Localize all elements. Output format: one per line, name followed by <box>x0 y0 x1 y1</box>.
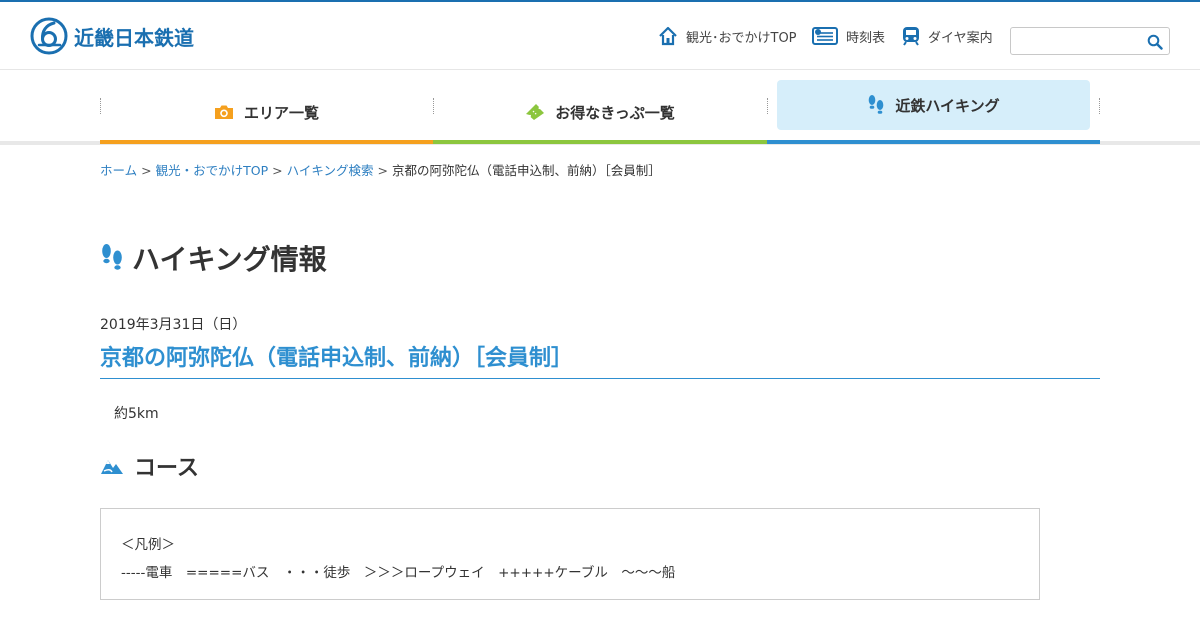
header-link-tourism-top[interactable]: 観光･おでかけTOP <box>658 26 797 46</box>
breadcrumb-hiking-search[interactable]: ハイキング検索 <box>287 163 374 178</box>
header-link-diagram[interactable]: ダイヤ案内 <box>902 26 993 46</box>
search-input[interactable] <box>1017 32 1139 52</box>
tab-label: お得なきっぷ一覧 <box>555 103 675 122</box>
tab-bar-blue <box>767 140 1100 144</box>
header-link-label: ダイヤ案内 <box>928 30 993 46</box>
tab-area-list[interactable]: エリア一覧 <box>100 80 433 144</box>
site-header: 近畿日本鉄道 観光･おでかけTOP 時刻表 ダイヤ案内 <box>0 2 1200 70</box>
kintetsu-logo-icon <box>30 17 68 55</box>
course-heading: コース <box>100 450 199 482</box>
search-box <box>1010 27 1170 55</box>
breadcrumb-current: 京都の阿弥陀仏（電話申込制、前納）［会員制］ <box>392 163 661 178</box>
search-icon[interactable] <box>1145 32 1165 52</box>
timetable-icon <box>812 26 838 46</box>
legend-line: -----電車 =====バス ・・・徒歩 ＞＞＞ロープウェイ +++++ケーブ… <box>121 565 676 581</box>
breadcrumb-separator: > <box>272 163 283 178</box>
legend-title: ＜凡例＞ <box>121 537 175 553</box>
train-icon <box>902 26 920 46</box>
event-distance: 約5km <box>114 406 159 422</box>
ticket-icon <box>525 103 545 121</box>
tab-kintetsu-hiking[interactable]: 近鉄ハイキング <box>777 80 1090 130</box>
event-date: 2019年3月31日（日） <box>100 317 247 333</box>
main-nav: エリア一覧 お得なきっぷ一覧 近鉄ハイキング <box>100 80 1100 144</box>
camera-icon <box>214 104 234 120</box>
breadcrumb: ホーム > 観光・おでかけTOP > ハイキング検索 > 京都の阿弥陀仏（電話申込制、前納）… <box>100 160 661 179</box>
footprints-icon <box>100 243 124 273</box>
nav-divider <box>1099 98 1100 114</box>
nav-divider <box>767 98 768 114</box>
event-title: 京都の阿弥陀仏（電話申込制、前納）［会員制］ <box>100 340 1100 379</box>
tab-label: エリア一覧 <box>243 103 319 122</box>
house-icon <box>658 26 678 46</box>
header-link-timetable[interactable]: 時刻表 <box>812 26 885 46</box>
header-link-label: 時刻表 <box>846 30 886 46</box>
logo-text: 近畿日本鉄道 <box>74 25 194 50</box>
tab-label: 近鉄ハイキング <box>895 96 1000 115</box>
page-title-text: ハイキング情報 <box>132 243 327 276</box>
breadcrumb-home[interactable]: ホーム <box>100 163 137 178</box>
course-heading-text: コース <box>134 456 199 481</box>
tab-ticket-list[interactable]: お得なきっぷ一覧 <box>433 80 767 144</box>
breadcrumb-separator: > <box>141 163 152 178</box>
page-title: ハイキング情報 <box>100 238 327 278</box>
footprints-icon <box>867 94 885 116</box>
tab-bar-orange <box>100 140 433 144</box>
tab-bar-green <box>433 140 767 144</box>
breadcrumb-separator: > <box>377 163 388 178</box>
mountain-icon <box>100 456 124 476</box>
breadcrumb-tourism-top[interactable]: 観光・おでかけTOP <box>156 163 269 178</box>
header-link-label: 観光･おでかけTOP <box>686 30 797 46</box>
course-legend-box: ＜凡例＞ -----電車 =====バス ・・・徒歩 ＞＞＞ロープウェイ +++… <box>100 508 1040 600</box>
site-logo[interactable]: 近畿日本鉄道 <box>30 17 194 55</box>
